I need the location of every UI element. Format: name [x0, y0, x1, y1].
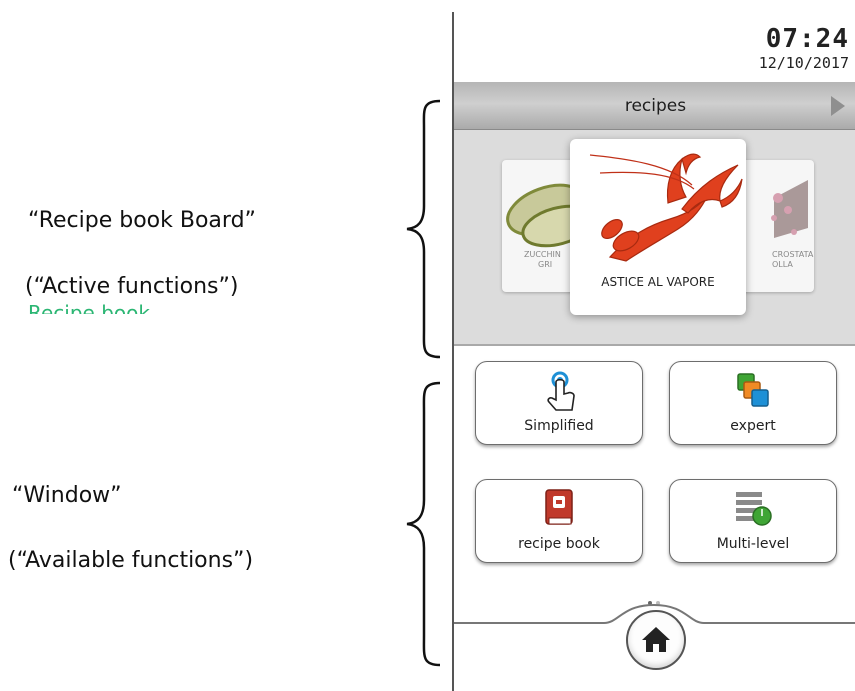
left-card-label-line2: GRI	[538, 260, 553, 269]
recipe-card-selected[interactable]: ASTICE AL VAPORE	[570, 139, 746, 315]
recipe-board: ZUCCHIN GRI CROSTATA OLLA ASTICE AL VAPO…	[454, 130, 855, 346]
left-card-label-line1: ZUCCHIN	[524, 250, 561, 259]
board-annotation-title: “Recipe book Board”	[28, 208, 256, 233]
window-annotation-title: “Window”	[12, 483, 122, 508]
left-card-label: ZUCCHIN GRI	[524, 250, 561, 270]
multi-level-trays-icon	[736, 492, 772, 526]
expert-label: expert	[730, 418, 776, 434]
touch-hand-icon	[547, 371, 575, 411]
multi-level-button[interactable]: Multi-level	[669, 479, 837, 563]
device-screen: 07:24 12/10/2017 recipes ZUCCHIN GRI CRO…	[452, 12, 855, 691]
home-icon	[642, 627, 670, 652]
recipe-book-label: recipe book	[518, 536, 600, 552]
board-brace	[406, 99, 441, 359]
recipes-header-bar: recipes	[454, 82, 855, 130]
simplified-label: Simplified	[524, 418, 594, 434]
board-annotation-partial: Recipe book	[28, 301, 150, 314]
window-brace	[406, 381, 441, 667]
board-annotation-subtitle: (“Active functions”)	[25, 274, 239, 299]
clock-date: 12/10/2017	[758, 54, 849, 72]
recipe-book-button[interactable]: recipe book	[475, 479, 643, 563]
right-card-label-line2: OLLA	[772, 260, 793, 269]
home-button[interactable]	[626, 610, 686, 670]
simplified-button[interactable]: Simplified	[475, 361, 643, 445]
header-title: recipes	[624, 96, 687, 116]
play-arrow-icon[interactable]	[831, 96, 845, 116]
expert-button[interactable]: expert	[669, 361, 837, 445]
selected-card-label: ASTICE AL VAPORE	[601, 275, 715, 289]
right-card-label: CROSTATA OLLA	[772, 250, 813, 270]
recipe-book-icon	[545, 489, 573, 525]
status-clock: 07:24 12/10/2017	[759, 24, 849, 72]
multi-level-label: Multi-level	[716, 536, 790, 552]
clock-time: 07:24	[765, 24, 849, 54]
stacked-squares-icon	[737, 373, 769, 407]
right-card-label-line1: CROSTATA	[772, 250, 814, 259]
lobster-icon	[589, 153, 743, 262]
window-annotation-subtitle: (“Available functions”)	[8, 548, 254, 573]
